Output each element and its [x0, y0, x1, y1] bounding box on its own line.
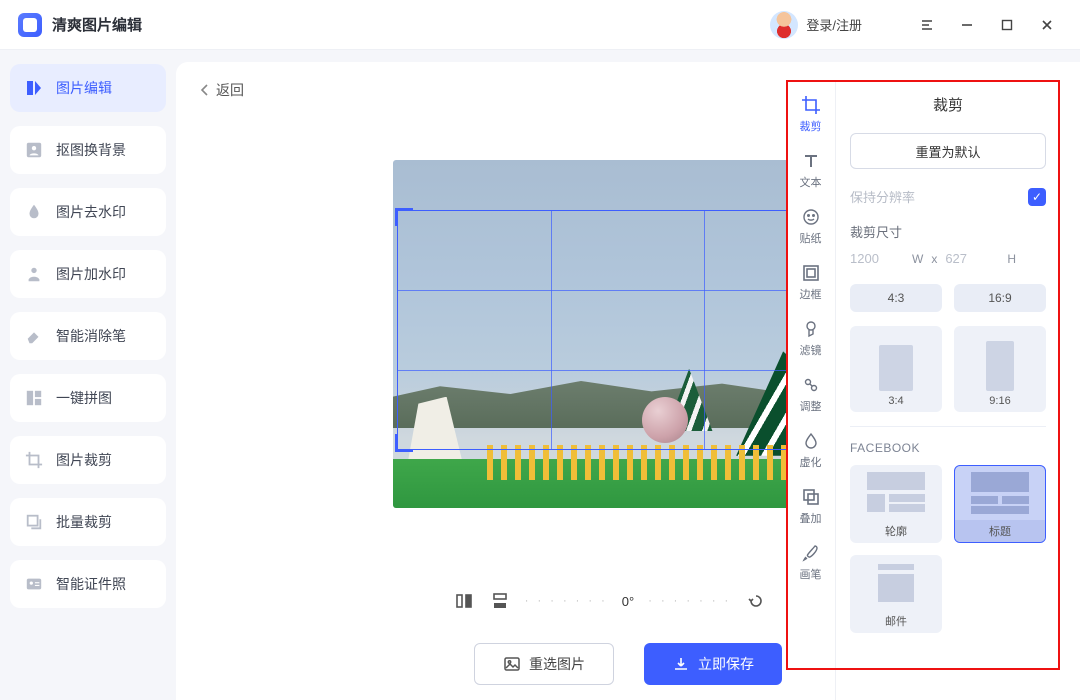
sidebar-item-collage[interactable]: 一键拼图: [10, 374, 166, 422]
crop-icon: [24, 450, 44, 470]
dimension-inputs: W x H: [850, 251, 1046, 266]
tool-text[interactable]: 文本: [786, 142, 836, 198]
save-button[interactable]: 立即保存: [644, 643, 782, 685]
layout-icon: [867, 472, 925, 514]
sidebar-item-id-photo[interactable]: 智能证件照: [10, 560, 166, 608]
sidebar-item-label: 图片加水印: [56, 264, 126, 284]
close-button[interactable]: [1032, 10, 1062, 40]
sidebar-item-label: 图片编辑: [56, 78, 112, 98]
adjust-icon: [801, 375, 821, 395]
filter-icon: [801, 319, 821, 339]
ratio-3-4[interactable]: 3:4: [850, 326, 942, 412]
crop-icon: [801, 95, 821, 115]
download-icon: [672, 655, 690, 673]
sidebar-item-eraser[interactable]: 智能消除笔: [10, 312, 166, 360]
app-logo-icon: [18, 13, 42, 37]
sidebar-item-label: 智能消除笔: [56, 326, 126, 346]
maximize-button[interactable]: [992, 10, 1022, 40]
eraser-icon: [24, 326, 44, 346]
tool-sticker[interactable]: 贴纸: [786, 198, 836, 254]
crop-handle-tl[interactable]: [395, 208, 413, 226]
tool-border[interactable]: 边框: [786, 254, 836, 310]
tool-brush[interactable]: 画笔: [786, 534, 836, 590]
overlay-icon: [801, 487, 821, 507]
height-unit: H: [1007, 252, 1016, 266]
avatar-icon[interactable]: [770, 11, 798, 39]
fb-preset-profile[interactable]: 轮廓: [850, 465, 942, 543]
width-input[interactable]: [850, 251, 904, 266]
dim-separator: x: [931, 252, 937, 266]
keep-resolution-row: 保持分辨率 ✓: [850, 187, 1046, 206]
tool-blur[interactable]: 虚化: [786, 422, 836, 478]
sidebar-item-crop[interactable]: 图片裁剪: [10, 436, 166, 484]
sidebar-item-label: 批量裁剪: [56, 512, 112, 532]
crop-size-label: 裁剪尺寸: [850, 222, 1046, 241]
sidebar-item-remove-wm[interactable]: 图片去水印: [10, 188, 166, 236]
app-title: 清爽图片编辑: [52, 14, 142, 35]
tool-adjust[interactable]: 调整: [786, 366, 836, 422]
image-icon: [503, 655, 521, 673]
back-label: 返回: [216, 80, 244, 100]
ratio-16-9[interactable]: 16:9: [954, 284, 1046, 312]
layout-icon: [971, 472, 1029, 514]
facebook-section-label: FACEBOOK: [850, 441, 1046, 455]
width-unit: W: [912, 252, 923, 266]
sidebar-item-edit[interactable]: 图片编辑: [10, 64, 166, 112]
sidebar-item-label: 图片去水印: [56, 202, 126, 222]
tool-crop[interactable]: 裁剪: [786, 86, 836, 142]
rotation-angle: 0°: [622, 594, 634, 609]
flip-v-button[interactable]: [489, 590, 511, 612]
grid-icon: [24, 388, 44, 408]
height-input[interactable]: [945, 251, 999, 266]
sticker-icon: [801, 207, 821, 227]
menu-button[interactable]: [912, 10, 942, 40]
sidebar-item-batch-crop[interactable]: 批量裁剪: [10, 498, 166, 546]
batch-crop-icon: [24, 512, 44, 532]
layout-icon: [874, 562, 918, 604]
button-label: 立即保存: [698, 654, 754, 674]
login-link[interactable]: 登录/注册: [806, 15, 862, 34]
tool-overlay[interactable]: 叠加: [786, 478, 836, 534]
sidebar-item-cutout[interactable]: 抠图换背景: [10, 126, 166, 174]
fb-preset-mail[interactable]: 邮件: [850, 555, 942, 633]
tool-column: 裁剪 文本 贴纸 边框 滤镜 调整 虚化 叠加 画笔: [786, 80, 836, 700]
sidebar-item-label: 一键拼图: [56, 388, 112, 408]
text-icon: [801, 151, 821, 171]
crop-handle-bl[interactable]: [395, 434, 413, 452]
person-icon: [24, 140, 44, 160]
chevron-left-icon: [200, 83, 210, 97]
sidebar-item-add-wm[interactable]: 图片加水印: [10, 250, 166, 298]
reselect-button[interactable]: 重选图片: [474, 643, 614, 685]
sidebar: 图片编辑 抠图换背景 图片去水印 图片加水印 智能消除笔 一键拼图 图片裁剪 批…: [0, 50, 176, 700]
button-label: 重选图片: [529, 654, 585, 674]
sidebar-item-label: 图片裁剪: [56, 450, 112, 470]
crop-panel: 裁剪 重置为默认 保持分辨率 ✓ 裁剪尺寸 W x H 4:3 16:9 3:4…: [836, 80, 1060, 700]
panel-title: 裁剪: [850, 80, 1046, 133]
keep-resolution-checkbox[interactable]: ✓: [1028, 188, 1046, 206]
droplet-off-icon: [24, 202, 44, 222]
id-card-icon: [24, 574, 44, 594]
edit-icon: [24, 78, 44, 98]
slider-track-left: · · · · · · ·: [525, 595, 608, 607]
minimize-button[interactable]: [952, 10, 982, 40]
fb-preset-header[interactable]: 标题: [954, 465, 1046, 543]
ratio-4-3[interactable]: 4:3: [850, 284, 942, 312]
slider-track-right: · · · · · · ·: [648, 595, 731, 607]
sidebar-item-label: 抠图换背景: [56, 140, 126, 160]
border-icon: [801, 263, 821, 283]
rotate-ccw-button[interactable]: [745, 590, 767, 612]
sidebar-item-label: 智能证件照: [56, 574, 126, 594]
reset-button[interactable]: 重置为默认: [850, 133, 1046, 169]
stamp-icon: [24, 264, 44, 284]
brush-icon: [801, 543, 821, 563]
keep-resolution-label: 保持分辨率: [850, 187, 915, 206]
flip-h-button[interactable]: [453, 590, 475, 612]
blur-icon: [801, 431, 821, 451]
ratio-9-16[interactable]: 9:16: [954, 326, 1046, 412]
titlebar: 清爽图片编辑 登录/注册: [0, 0, 1080, 50]
tool-filter[interactable]: 滤镜: [786, 310, 836, 366]
